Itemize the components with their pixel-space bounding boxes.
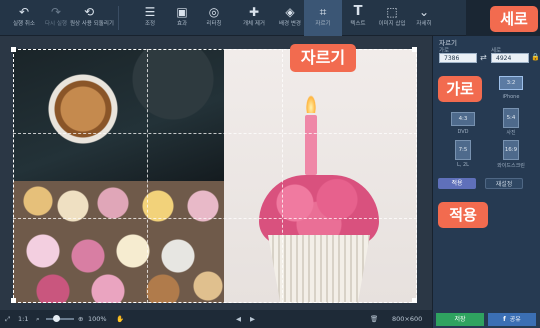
ratio-5-4[interactable]: 5:4 [503, 108, 519, 128]
crop-handle-bottom-right[interactable] [412, 298, 417, 303]
image-canvas[interactable] [0, 36, 432, 310]
ratio-16-9[interactable]: 16:9 [503, 140, 519, 160]
redo-button[interactable]: ↷ 다시 실행 [38, 0, 74, 36]
zoom-in-icon[interactable]: ⊕ [78, 315, 83, 323]
background-change-icon: ◈ [285, 5, 295, 19]
ratio-3-2[interactable]: 3:2 [499, 76, 523, 90]
height-field[interactable]: 4924 [491, 53, 529, 63]
background-change-button[interactable]: ◈ 배경 변경 [272, 0, 308, 36]
crop-grid-line [282, 49, 283, 303]
trash-icon[interactable]: 🗑 [370, 315, 378, 323]
crop-frame[interactable] [13, 49, 417, 303]
crop-grid-line [13, 218, 417, 219]
ratio-caption: 와이드스크린 [497, 163, 525, 169]
more-button[interactable]: ⌄ 자세히 [406, 0, 442, 36]
insert-image-icon: ⬚ [386, 5, 398, 19]
facebook-icon: f [503, 316, 506, 323]
actual-size-button[interactable]: 1:1 [18, 315, 28, 323]
zoom-slider-knob[interactable] [53, 315, 60, 322]
text-icon: T [353, 4, 363, 19]
callout-apply: 적용 [438, 202, 488, 228]
photo [11, 47, 417, 328]
insert-image-button[interactable]: ⬚ 이미지 삽입 [374, 0, 410, 36]
share-button[interactable]: f 공유 [488, 313, 536, 326]
retouch-button[interactable]: ◎ 리터칭 [196, 0, 232, 36]
callout-crop: 자르기 [290, 44, 356, 72]
crop-tool-button[interactable]: ⌗ 자르기 [304, 0, 342, 36]
more-chevron-icon: ⌄ [418, 5, 430, 19]
crop-handle-top-right[interactable] [412, 47, 417, 52]
revert-icon: ⟲ [83, 5, 95, 19]
crop-handle-bottom-left[interactable] [11, 298, 16, 303]
ratio-7-5[interactable]: 7:5 [455, 140, 471, 160]
crop-icon: ⌗ [319, 5, 327, 19]
crop-grid-line [13, 133, 417, 134]
retouch-icon: ◎ [208, 5, 220, 19]
adjust-sliders-icon: ☰ [144, 5, 156, 19]
crop-grid-line [147, 49, 148, 303]
ratio-caption: DVD [457, 129, 469, 135]
swap-dimensions-icon[interactable]: ⇄ [480, 53, 487, 62]
bottom-bar: ⤢ 1:1 ⌕ ⊕ 100% ✋ ◀ ▶ 🗑 800×600 [0, 310, 432, 328]
ratio-caption: 사진 [506, 130, 516, 136]
zoom-level: 100% [88, 315, 107, 323]
save-button[interactable]: 저장 [436, 313, 484, 326]
image-size: 800×600 [392, 315, 423, 323]
undo-icon: ↶ [18, 5, 30, 19]
next-image-icon[interactable]: ▶ [250, 315, 255, 323]
reset-button[interactable]: 재설정 [485, 178, 523, 189]
revert-button[interactable]: ⟲ 원상 사용 되돌리기 [70, 0, 114, 36]
apply-button[interactable]: 적용 [438, 178, 476, 189]
effects-icon: ▣ [176, 5, 188, 19]
hand-tool-icon[interactable]: ✋ [116, 315, 124, 323]
share-label: 공유 [509, 316, 521, 323]
text-button[interactable]: T 텍스트 [340, 0, 376, 36]
fit-icon[interactable]: ⤢ [5, 315, 10, 324]
ratio-caption: L, 2L [457, 162, 469, 168]
object-remove-icon: ✚ [248, 5, 260, 19]
callout-height: 세로 [490, 6, 538, 32]
zoom-out-icon[interactable]: ⌕ [36, 315, 40, 324]
object-remove-button[interactable]: ✚ 개체 제거 [236, 0, 272, 36]
adjust-button[interactable]: ☰ 조정 [132, 0, 168, 36]
prev-image-icon[interactable]: ◀ [236, 315, 241, 323]
save-label: 저장 [454, 316, 466, 323]
redo-icon: ↷ [50, 5, 62, 19]
toolbar-divider [118, 6, 119, 30]
ratio-caption: iPhone [502, 94, 520, 100]
effects-button[interactable]: ▣ 효과 [164, 0, 200, 36]
crop-handle-top-left[interactable] [11, 47, 16, 52]
undo-button[interactable]: ↶ 실행 취소 [6, 0, 42, 36]
lock-ratio-icon[interactable]: 🔒 [531, 53, 540, 61]
zoom-slider-track[interactable] [46, 318, 74, 320]
width-field[interactable]: 7386 [439, 53, 477, 63]
top-toolbar: ↶ 실행 취소 ↷ 다시 실행 ⟲ 원상 사용 되돌리기 ☰ 조정 ▣ 효과 ◎… [0, 0, 540, 36]
callout-width: 가로 [438, 76, 482, 102]
ratio-4-3[interactable]: 4:3 [451, 112, 475, 126]
